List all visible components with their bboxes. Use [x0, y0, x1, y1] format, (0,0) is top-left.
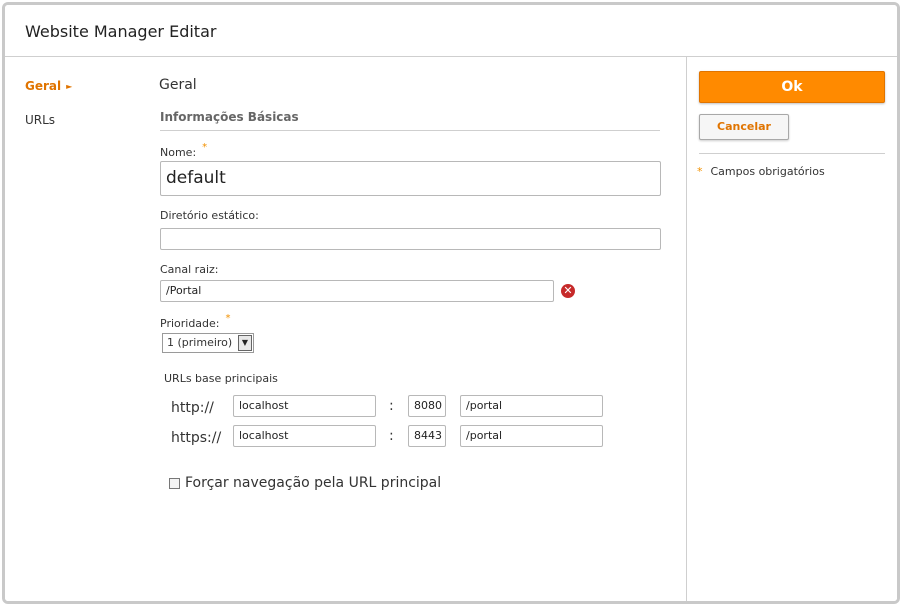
- form-panel: Geral Informações Básicas Nome: * default…: [5, 57, 685, 601]
- canal-label: Canal raiz:: [160, 263, 219, 276]
- prioridade-label-text: Prioridade:: [160, 317, 220, 330]
- divider: [699, 153, 885, 154]
- diretorio-label: Diretório estático:: [160, 209, 259, 222]
- dialog-title: Website Manager Editar: [25, 22, 217, 41]
- https-port-input[interactable]: 8443: [408, 425, 446, 447]
- required-asterisk: *: [697, 165, 703, 178]
- nome-label-text: Nome:: [160, 146, 197, 159]
- required-asterisk: *: [225, 313, 231, 324]
- required-note: * Campos obrigatórios: [697, 165, 825, 178]
- prioridade-value: 1 (primeiro): [167, 336, 233, 349]
- canal-input[interactable]: /Portal: [160, 280, 554, 302]
- force-nav-checkbox[interactable]: [169, 478, 180, 489]
- urls-title: URLs base principais: [164, 372, 278, 385]
- prioridade-label: Prioridade: *: [160, 313, 231, 330]
- https-path-input[interactable]: /portal: [460, 425, 603, 447]
- nome-input[interactable]: default: [160, 161, 661, 196]
- required-asterisk: *: [202, 142, 208, 153]
- nome-label: Nome: *: [160, 142, 207, 159]
- force-nav-label[interactable]: Forçar navegação pela URL principal: [185, 475, 441, 491]
- ok-button[interactable]: Ok: [699, 71, 885, 103]
- panel-title: Geral: [159, 77, 197, 93]
- actions-panel: Ok Cancelar * Campos obrigatórios: [686, 57, 897, 601]
- title-bar: Website Manager Editar: [5, 5, 897, 57]
- colon-separator: :: [389, 398, 394, 414]
- cancel-button[interactable]: Cancelar: [699, 114, 789, 140]
- https-host-input[interactable]: localhost: [233, 425, 376, 447]
- url-protocol: http://: [171, 400, 214, 416]
- required-note-text: Campos obrigatórios: [710, 165, 825, 178]
- prioridade-select[interactable]: 1 (primeiro) ▼: [162, 333, 254, 353]
- url-protocol: https://: [171, 430, 222, 446]
- section-title: Informações Básicas: [160, 110, 660, 131]
- colon-separator: :: [389, 428, 394, 444]
- http-path-input[interactable]: /portal: [460, 395, 603, 417]
- http-host-input[interactable]: localhost: [233, 395, 376, 417]
- http-port-input[interactable]: 8080: [408, 395, 446, 417]
- dialog-window: Website Manager Editar Geral ► URLs Geral…: [2, 2, 900, 604]
- diretorio-input[interactable]: [160, 228, 661, 250]
- close-circle-icon[interactable]: ✕: [561, 284, 575, 298]
- chevron-down-icon: ▼: [238, 335, 252, 351]
